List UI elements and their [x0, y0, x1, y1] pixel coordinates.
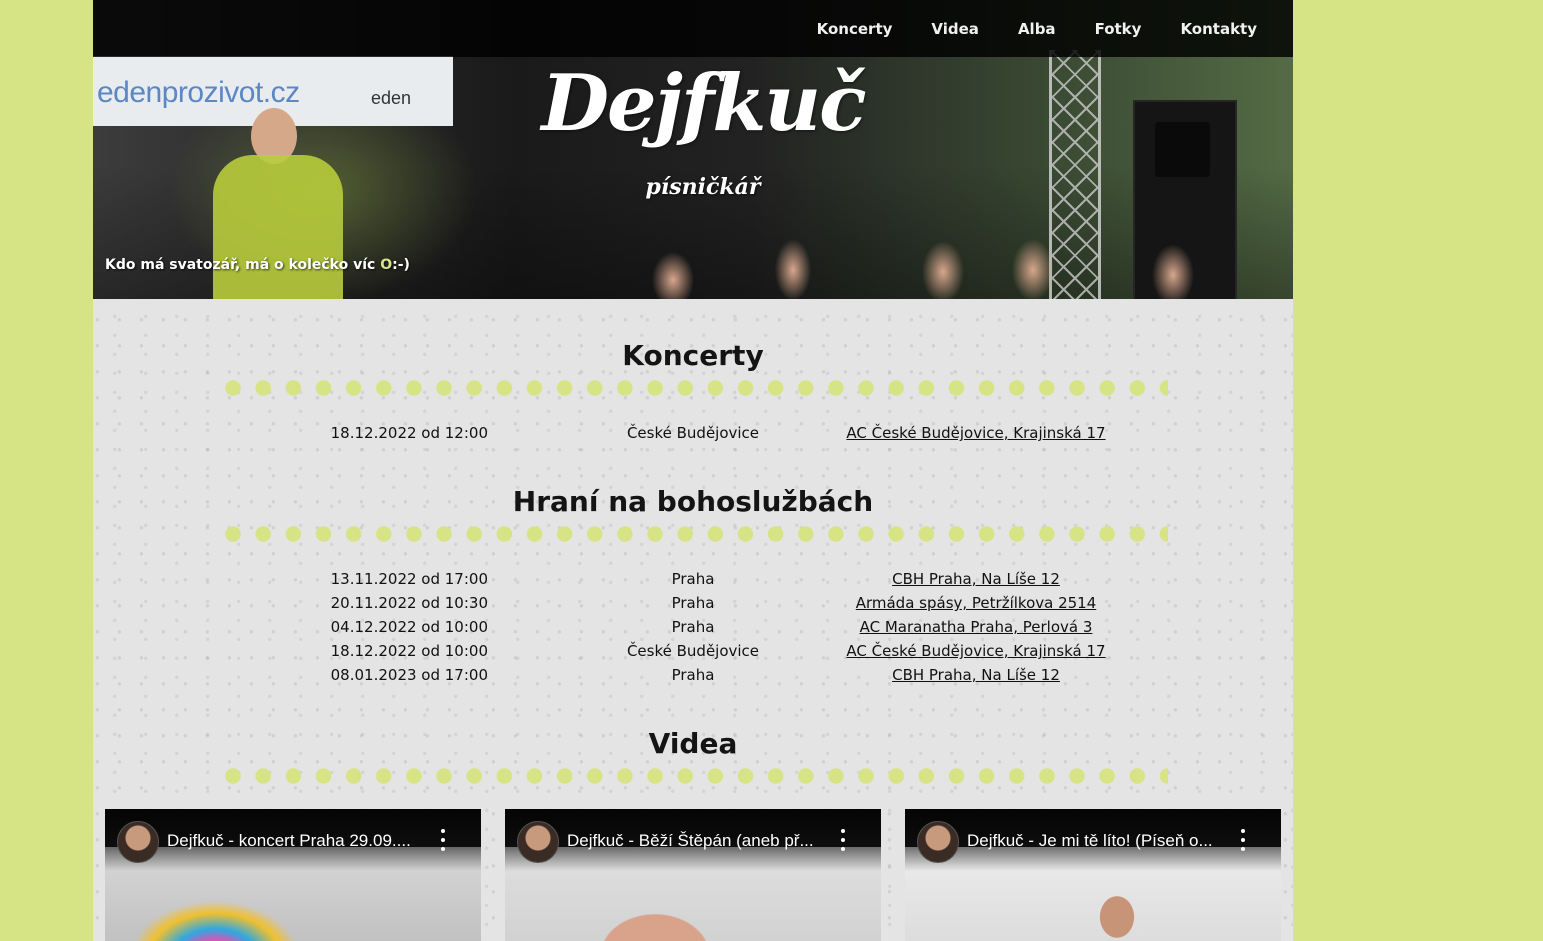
- motto-text-start: Kdo má svatozář, má o kolečko víc: [105, 257, 381, 273]
- service-venue-link[interactable]: Armáda spásy, Petržílkova 2514: [826, 594, 1126, 612]
- service-city: Praha: [671, 618, 715, 636]
- service-city: Praha: [671, 570, 715, 588]
- service-city: Praha: [671, 666, 715, 684]
- hero-banner: edenprozivot.cz eden Koncerty Videa Alba…: [93, 0, 1293, 299]
- service-date: 04.12.2022 od 10:00: [330, 618, 488, 636]
- more-options-icon[interactable]: [837, 829, 849, 851]
- section-title-videa: Videa: [648, 727, 738, 760]
- channel-avatar[interactable]: [917, 821, 959, 863]
- section-divider-dots: [218, 526, 1168, 542]
- page: edenprozivot.cz eden Koncerty Videa Alba…: [93, 0, 1293, 941]
- service-row: 20.11.2022 od 10:30 Praha Armáda spásy, …: [93, 594, 1293, 618]
- concert-venue-link[interactable]: AC České Budějovice, Krajinská 17: [826, 424, 1126, 442]
- stage-banner-logo: eden: [371, 88, 412, 108]
- video-embed[interactable]: Dejfkuč - koncert Praha 29.09....: [105, 809, 481, 941]
- service-row: 13.11.2022 od 17:00 Praha CBH Praha, Na …: [93, 570, 1293, 594]
- video-embed[interactable]: Dejfkuč - Běží Štěpán (aneb př...: [505, 809, 881, 941]
- concert-city: České Budějovice: [626, 424, 760, 442]
- service-row: 08.01.2023 od 17:00 Praha CBH Praha, Na …: [93, 666, 1293, 690]
- motto-highlight: O: [380, 257, 393, 273]
- motto-text-end: :-): [392, 257, 410, 273]
- concert-date: 18.12.2022 od 12:00: [330, 424, 488, 442]
- service-date: 08.01.2023 od 17:00: [330, 666, 488, 684]
- site-logo[interactable]: Dejfkuč: [533, 58, 873, 149]
- video-title-link[interactable]: Dejfkuč - Je mi tě líto! (Píseň o...: [967, 831, 1229, 851]
- stage-banner-text: edenprozivot.cz: [97, 76, 300, 109]
- more-options-icon[interactable]: [1237, 829, 1249, 851]
- video-title-link[interactable]: Dejfkuč - koncert Praha 29.09....: [167, 831, 429, 851]
- concert-row: 18.12.2022 od 12:00 České Budějovice AC …: [93, 424, 1293, 448]
- nav-link-kontakty[interactable]: Kontakty: [1180, 20, 1257, 38]
- service-venue-link[interactable]: AC Maranatha Praha, Perlová 3: [826, 618, 1126, 636]
- nav-link-koncerty[interactable]: Koncerty: [817, 20, 893, 38]
- service-date: 20.11.2022 od 10:30: [330, 594, 488, 612]
- service-row: 04.12.2022 od 10:00 Praha AC Maranatha P…: [93, 618, 1293, 642]
- service-venue-link[interactable]: AC České Budějovice, Krajinská 17: [826, 642, 1126, 660]
- service-date: 13.11.2022 od 17:00: [330, 570, 488, 588]
- section-title-bohosluzby: Hraní na bohoslužbách: [512, 485, 874, 518]
- singer-photo-body: [213, 155, 343, 299]
- main-nav: Koncerty Videa Alba Fotky Kontakty: [778, 0, 1257, 57]
- service-date: 18.12.2022 od 10:00: [330, 642, 488, 660]
- service-city: Praha: [671, 594, 715, 612]
- video-title-link[interactable]: Dejfkuč - Běží Štěpán (aneb př...: [567, 831, 829, 851]
- section-divider-dots: [218, 380, 1168, 396]
- nav-link-fotky[interactable]: Fotky: [1095, 20, 1142, 38]
- nav-link-alba[interactable]: Alba: [1018, 20, 1056, 38]
- service-city: České Budějovice: [626, 642, 760, 660]
- channel-avatar[interactable]: [117, 821, 159, 863]
- channel-avatar[interactable]: [517, 821, 559, 863]
- motto-text: Kdo má svatozář, má o kolečko víc O:-): [105, 257, 410, 273]
- video-embed[interactable]: Dejfkuč - Je mi tě líto! (Píseň o...: [905, 809, 1281, 941]
- audience-hands-image: [613, 230, 1233, 299]
- section-divider-dots: [218, 768, 1168, 784]
- section-title-koncerty: Koncerty: [622, 339, 764, 372]
- nav-link-videa[interactable]: Videa: [931, 20, 979, 38]
- service-row: 18.12.2022 od 10:00 České Budějovice AC …: [93, 642, 1293, 666]
- service-venue-link[interactable]: CBH Praha, Na Líše 12: [826, 666, 1126, 684]
- service-venue-link[interactable]: CBH Praha, Na Líše 12: [826, 570, 1126, 588]
- top-navigation-bar: Koncerty Videa Alba Fotky Kontakty: [93, 0, 1293, 57]
- more-options-icon[interactable]: [437, 829, 449, 851]
- site-tagline: písničkář: [645, 174, 761, 200]
